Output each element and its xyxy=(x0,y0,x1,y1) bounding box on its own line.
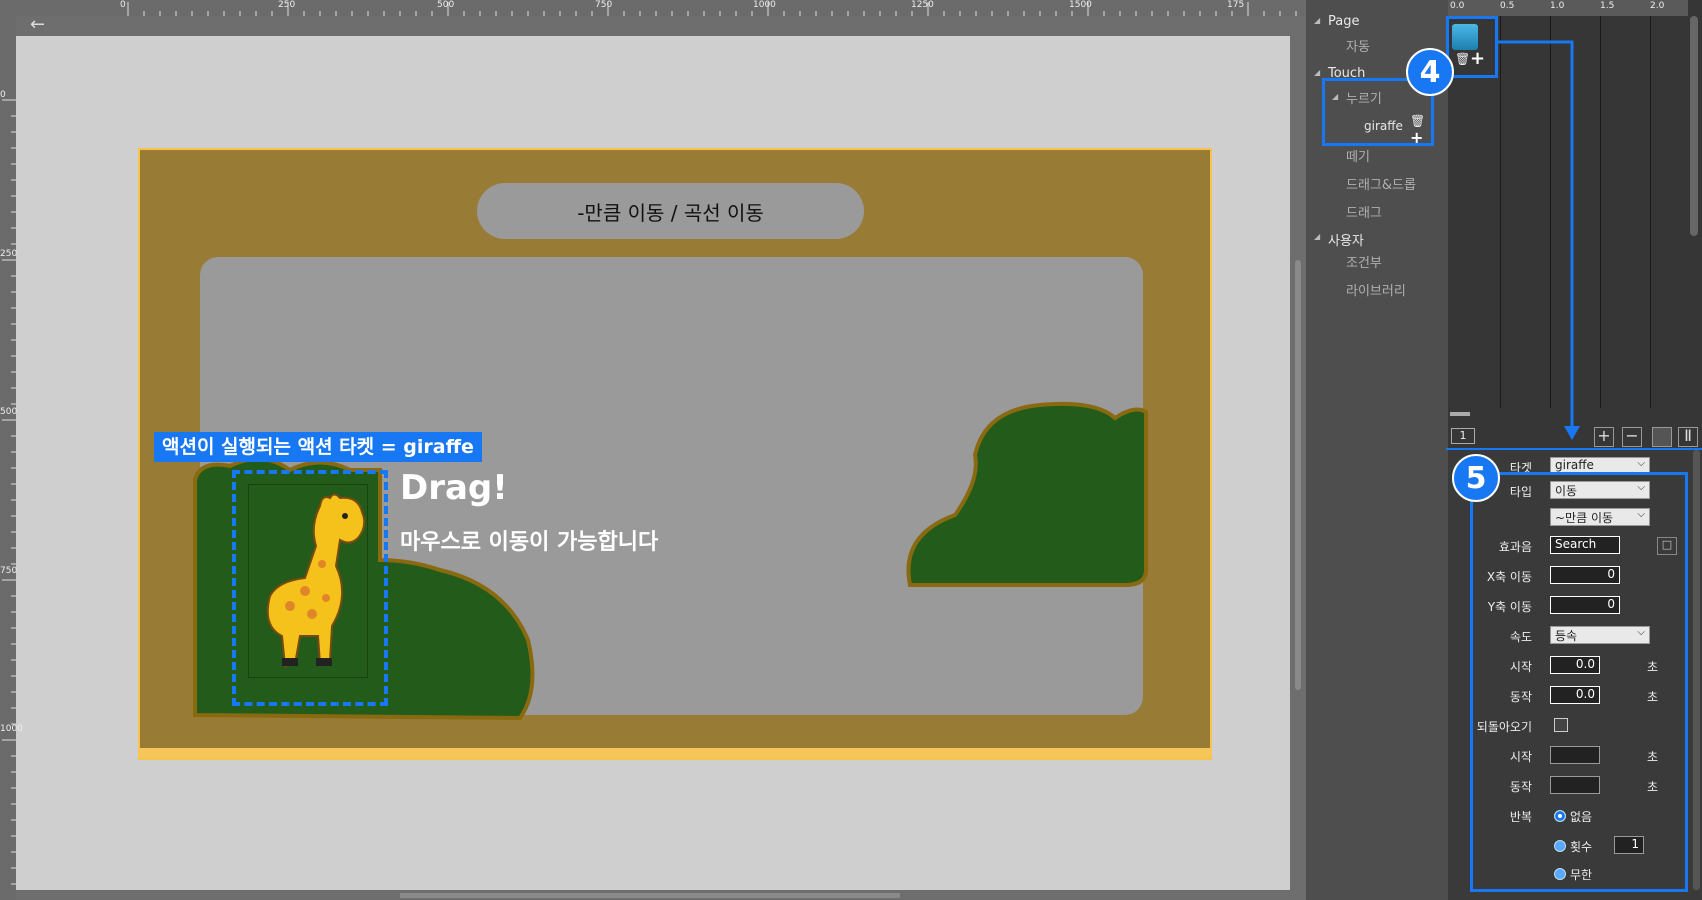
tree-item-release[interactable]: 떼기 xyxy=(1346,146,1370,165)
timeline-gridline xyxy=(1600,16,1601,408)
expand-triangle-icon[interactable]: ◢ xyxy=(1314,68,1320,77)
tree-item-auto[interactable]: 자동 xyxy=(1346,36,1370,55)
timeline-gridline xyxy=(1650,16,1651,408)
action-target-label: 액션이 실행되는 액션 타켓 = giraffe xyxy=(154,432,482,462)
add-button[interactable]: + xyxy=(1594,427,1614,447)
timeline-h-scroll[interactable] xyxy=(1450,412,1470,416)
timeline-tick-label: 1.5 xyxy=(1600,1,1615,11)
timeline-tick-label: 0.0 xyxy=(1450,1,1465,11)
square-button[interactable] xyxy=(1652,427,1672,447)
tree-item-conditional[interactable]: 조건부 xyxy=(1346,252,1382,271)
tree-item-drag-drop[interactable]: 드래그&드롭 xyxy=(1346,174,1416,193)
timeline-scrollbar[interactable] xyxy=(1690,16,1698,236)
right-bush xyxy=(906,401,1148,587)
callout-box-5 xyxy=(1470,472,1688,892)
expand-triangle-icon[interactable]: ◢ xyxy=(1314,232,1320,241)
panel-divider xyxy=(1446,448,1702,450)
tree-group-page[interactable]: Page xyxy=(1328,14,1359,29)
callout-badge-5: 5 xyxy=(1452,454,1500,502)
callout-connector-arrow xyxy=(1498,40,1580,440)
chevron-down-icon: ⌵ xyxy=(1637,458,1645,469)
target-select-value: giraffe xyxy=(1555,458,1594,472)
columns-icon[interactable]: Ⅱ xyxy=(1678,427,1698,447)
tree-item-drag[interactable]: 드래그 xyxy=(1346,202,1382,221)
timeline-ruler: 0.0 0.5 1.0 1.5 2.0 xyxy=(1448,0,1688,16)
properties-scrollbar[interactable] xyxy=(1693,450,1700,890)
target-highlight-box xyxy=(232,470,388,706)
timeline-tick-label: 2.0 xyxy=(1650,1,1665,11)
drag-subtitle: 마우스로 이동이 가능합니다 xyxy=(400,530,659,555)
page-number[interactable]: 1 xyxy=(1451,428,1475,444)
tree-item-library[interactable]: 라이브러리 xyxy=(1346,280,1406,299)
expand-triangle-icon[interactable]: ◢ xyxy=(1314,16,1320,25)
timeline-tick-label: 1.0 xyxy=(1550,1,1565,11)
drag-heading: Drag! xyxy=(400,468,508,508)
timeline-tick-label: 0.5 xyxy=(1500,1,1515,11)
remove-button[interactable]: − xyxy=(1622,427,1642,447)
tree-group-user[interactable]: 사용자 xyxy=(1328,230,1364,249)
callout-badge-4: 4 xyxy=(1406,48,1454,96)
